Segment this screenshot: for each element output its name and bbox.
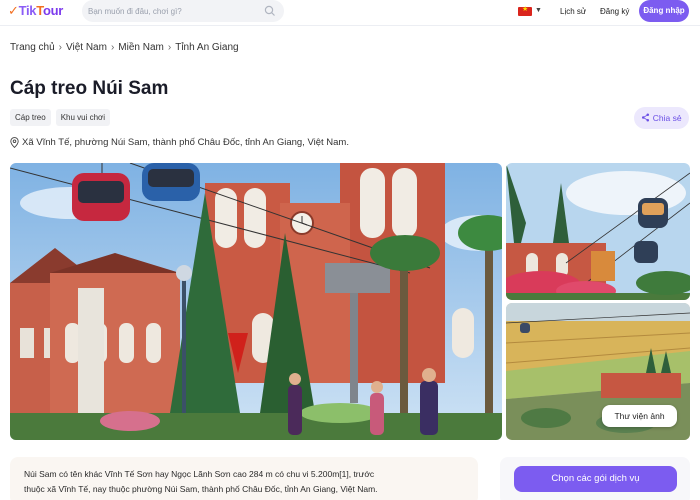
tag-cable-car[interactable]: Cáp treo — [10, 109, 51, 126]
history-link[interactable]: Lịch sử — [560, 7, 586, 16]
breadcrumb: Trang chủ › Việt Nam › Miền Nam › Tỉnh A… — [10, 42, 239, 53]
top-header: ✓TikTour ▼ Lịch sử Đăng ký Đăng nhập — [0, 0, 700, 26]
description-line-2: thuộc xã Vĩnh Tế, nay thuộc phường Núi S… — [24, 484, 378, 494]
logo-text-our: our — [42, 3, 63, 18]
share-button[interactable]: Chia sẻ — [634, 107, 689, 129]
breadcrumb-item-province[interactable]: Tỉnh An Giang — [175, 42, 238, 53]
photo-library-button[interactable]: Thư viện ảnh — [602, 405, 677, 427]
location-pin-icon — [10, 137, 19, 148]
breadcrumb-item-region[interactable]: Miền Nam — [118, 42, 164, 53]
chevron-down-icon[interactable]: ▼ — [535, 7, 542, 14]
breadcrumb-separator: › — [110, 42, 115, 53]
register-link[interactable]: Đăng ký — [600, 7, 629, 16]
address: Xã Vĩnh Tế, phường Núi Sam, thành phố Ch… — [10, 137, 349, 148]
search-icon[interactable] — [264, 5, 276, 17]
logo-text-tik: Tik — [18, 3, 37, 18]
breadcrumb-separator: › — [167, 42, 172, 53]
breadcrumb-separator: › — [58, 42, 62, 53]
page-title: Cáp treo Núi Sam — [10, 78, 169, 99]
logo-text-t: T — [36, 3, 43, 18]
choose-service-packages-button[interactable]: Chọn các gói dịch vụ — [514, 466, 677, 492]
tag-list: Cáp treo Khu vui chơi — [10, 109, 111, 126]
description-box: Núi Sam có tên khác Vĩnh Tế Sơn hay Ngọc… — [10, 457, 478, 500]
tag-amusement-park[interactable]: Khu vui chơi — [55, 109, 111, 126]
address-text: Xã Vĩnh Tế, phường Núi Sam, thành phố Ch… — [22, 137, 349, 148]
logo-checkmark-icon: ✓ — [8, 3, 19, 18]
search-input[interactable] — [88, 4, 258, 18]
login-button[interactable]: Đăng nhập — [639, 0, 689, 22]
tiktour-logo[interactable]: ✓TikTour — [8, 3, 63, 19]
description-line-1: Núi Sam có tên khác Vĩnh Tế Sơn hay Ngọc… — [24, 469, 375, 479]
share-label: Chia sẻ — [652, 113, 682, 123]
main-photo-church-cable-car[interactable] — [10, 163, 502, 440]
breadcrumb-item-home[interactable]: Trang chủ — [10, 42, 55, 53]
breadcrumb-item-country[interactable]: Việt Nam — [66, 42, 107, 53]
vietnam-flag-icon[interactable] — [518, 5, 532, 16]
share-icon — [642, 113, 650, 122]
search-bar — [82, 0, 284, 22]
photo-church-spires-gondola[interactable] — [506, 163, 690, 300]
